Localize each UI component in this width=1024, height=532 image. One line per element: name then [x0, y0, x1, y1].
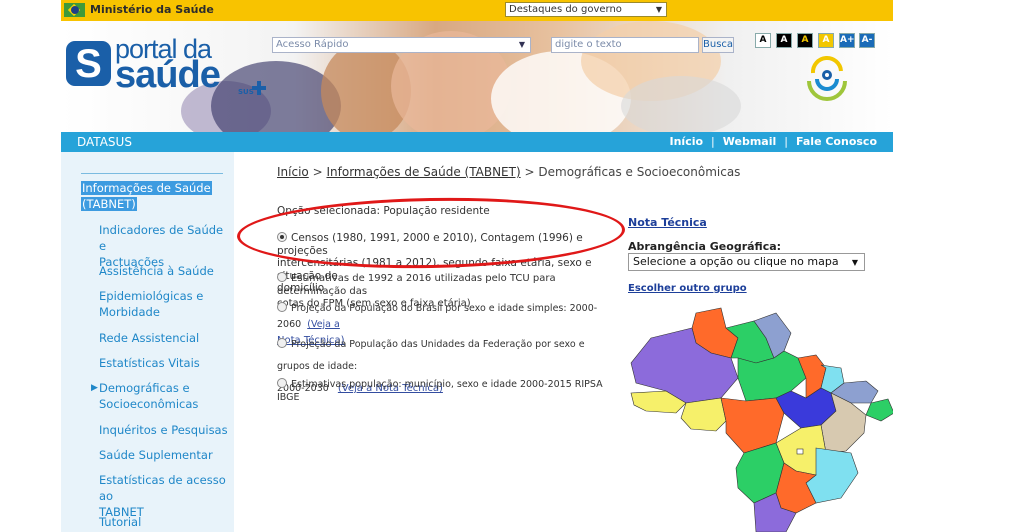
sidebar-item-estatisticas-vitais[interactable]: Estatísticas Vitais	[99, 355, 231, 371]
sidebar-item-label: Assistência à Saúde	[99, 264, 214, 278]
sidebar-item-label: Indicadores de Saúde e	[99, 223, 224, 253]
portal-saude-logo[interactable]: S portal da saúde SUS	[66, 34, 266, 110]
logo-s-icon: S	[66, 41, 111, 86]
logo-saude-text: saúde	[115, 54, 221, 96]
sidebar-item-informacoes-saude[interactable]: Informações de Saúde (TABNET)	[81, 180, 212, 212]
sidebar-divider	[81, 173, 223, 174]
breadcrumb-tabnet-link[interactable]: Informações de Saúde (TABNET)	[326, 165, 520, 179]
radio-button[interactable]	[277, 378, 287, 388]
caret-right-icon: ▶	[91, 383, 98, 393]
sidebar-item-label: (TABNET)	[81, 197, 137, 211]
sidebar-item-label: Epidemiológicas e	[99, 289, 204, 303]
search-input[interactable]: digite o texto	[551, 37, 699, 53]
sidebar-item-demograficas[interactable]: Demográficas e Socioeconômicas	[99, 380, 231, 412]
nav-links: Início | Webmail | Fale Conosco	[664, 135, 884, 148]
sidebar-item-label: Demográficas e	[99, 381, 190, 395]
sidebar-item-label: Estatísticas de acesso ao	[99, 473, 226, 503]
map-marker[interactable]	[796, 448, 804, 455]
sidebar-item-epidemiologicas[interactable]: Epidemiológicas e Morbidade	[99, 288, 231, 320]
destaques-select[interactable]: Destaques do governo ▼	[505, 2, 667, 17]
breadcrumb-separator: >	[524, 165, 535, 179]
search-button[interactable]: Busca	[702, 37, 734, 53]
nota-tecnica-link[interactable]: (Veja a	[307, 319, 340, 330]
navbar-title[interactable]: DATASUS	[77, 135, 132, 149]
chevron-down-icon: ▼	[851, 258, 858, 267]
map-state[interactable]	[680, 397, 727, 432]
acesso-rapido-select[interactable]: Acesso Rápido ▼	[272, 37, 531, 53]
destaques-select-value: Destaques do governo	[509, 4, 622, 15]
header-banner: S portal da saúde SUS Acesso Rápido ▼ di…	[61, 21, 893, 132]
sidebar-item-label: Informações de Saúde	[81, 181, 212, 195]
chevron-down-icon: ▼	[655, 5, 662, 14]
acesso-rapido-placeholder: Acesso Rápido	[276, 39, 349, 50]
sidebar-item-label: Rede Assistencial	[99, 331, 200, 345]
sidebar-item-rede-assistencial[interactable]: Rede Assistencial	[99, 330, 231, 346]
sidebar-item-assistencia[interactable]: Assistência à Saúde	[99, 263, 231, 279]
option-text: Estimativas população: município, sexo e…	[277, 379, 603, 403]
sidebar-item-label: Morbidade	[99, 305, 160, 319]
nav-separator: |	[711, 135, 715, 148]
sidebar-item-label: Tutorial	[99, 515, 142, 529]
radio-button[interactable]	[277, 272, 287, 282]
accessibility-swirl-icon	[807, 55, 847, 101]
gov-bar: Ministério da Saúde Destaques do governo…	[61, 0, 893, 21]
contrast-dark-button[interactable]: A	[776, 33, 792, 48]
sidebar-item-label: Estatísticas Vitais	[99, 356, 200, 370]
breadcrumb-current: Demográficas e Socioeconômicas	[538, 165, 741, 179]
sidebar: Informações de Saúde (TABNET) Indicadore…	[61, 152, 234, 532]
nav-inicio-link[interactable]: Início	[664, 135, 710, 148]
plus-icon	[252, 81, 266, 95]
sidebar-item-label: Saúde Suplementar	[99, 448, 213, 462]
navbar: DATASUS Início | Webmail | Fale Conosco	[61, 132, 893, 152]
breadcrumb-inicio-link[interactable]: Início	[277, 165, 309, 179]
sidebar-item-tutorial[interactable]: Tutorial	[99, 514, 231, 530]
breadcrumb: Início > Informações de Saúde (TABNET) >…	[277, 165, 740, 179]
font-increase-button[interactable]: A+	[839, 33, 855, 48]
nav-webmail-link[interactable]: Webmail	[717, 135, 783, 148]
sidebar-item-estatisticas-acesso[interactable]: Estatísticas de acesso ao TABNET	[99, 472, 231, 520]
browser-page: Ministério da Saúde Destaques do governo…	[61, 0, 893, 532]
radio-button[interactable]	[277, 338, 287, 348]
nav-fale-conosco-link[interactable]: Fale Conosco	[790, 135, 883, 148]
banner-photo	[621, 76, 741, 132]
abrangencia-select-value: Selecione a opção ou clique no mapa	[633, 255, 839, 268]
abrangencia-label: Abrangência Geográfica:	[628, 240, 782, 253]
nav-separator: |	[784, 135, 788, 148]
sidebar-item-label: Inquéritos e Pesquisas	[99, 423, 228, 437]
escolher-grupo-link[interactable]: Escolher outro grupo	[628, 283, 747, 294]
search-placeholder: digite o texto	[555, 39, 622, 50]
brazil-map[interactable]	[626, 303, 893, 532]
contrast-high-button[interactable]: A	[797, 33, 813, 48]
option-estimativas-municipio[interactable]: Estimativas população: município, sexo e…	[277, 378, 619, 404]
ministry-label[interactable]: Ministério da Saúde	[90, 3, 214, 16]
brazil-flag-icon	[64, 3, 85, 17]
radio-button[interactable]	[277, 302, 287, 312]
option-text: Estimativas de 1992 a 2016 utilizadas pe…	[277, 273, 556, 297]
option-text: Projeção da População das Unidades da Fe…	[277, 339, 585, 372]
sidebar-item-inqueritos[interactable]: Inquéritos e Pesquisas	[99, 422, 231, 438]
breadcrumb-separator: >	[312, 165, 323, 179]
sidebar-item-saude-suplementar[interactable]: Saúde Suplementar	[99, 447, 231, 463]
sidebar-item-label: Socioeconômicas	[99, 397, 199, 411]
nota-tecnica-link[interactable]: Nota Técnica	[628, 216, 707, 229]
contrast-normal-button[interactable]: A	[755, 33, 771, 48]
font-decrease-button[interactable]: A-	[859, 33, 875, 48]
abrangencia-select[interactable]: Selecione a opção ou clique no mapa ▼	[628, 253, 865, 271]
chevron-down-icon: ▼	[518, 40, 525, 49]
contrast-yellow-button[interactable]: A	[818, 33, 834, 48]
